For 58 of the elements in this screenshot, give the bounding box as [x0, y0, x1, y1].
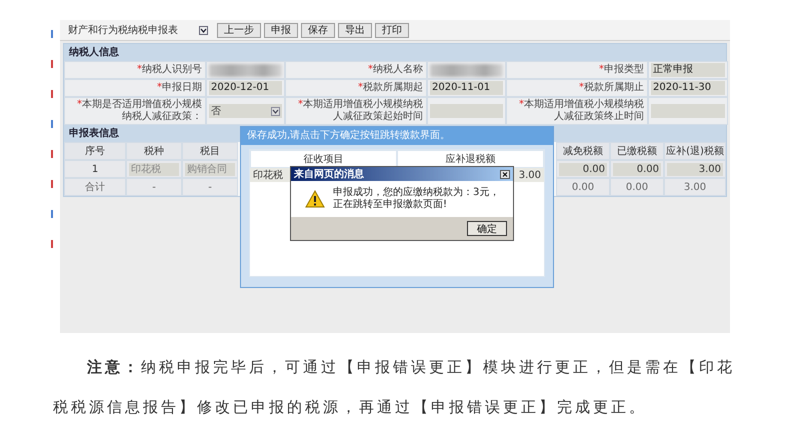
- message-text: 申报成功，您的应缴纳税款为：3元，正在跳转至申报缴款页面!: [333, 187, 500, 211]
- margin-mark: [51, 30, 53, 38]
- ok-button[interactable]: 确定: [467, 221, 507, 236]
- toolbar-button[interactable]: 保存: [301, 22, 335, 38]
- input-field[interactable]: 2020-12-01: [209, 81, 282, 95]
- input-field[interactable]: [651, 104, 725, 118]
- table-cell: 0.00: [559, 162, 607, 176]
- close-icon: [500, 170, 510, 178]
- column-header: 税种: [126, 142, 182, 160]
- field-label: *申报类型: [599, 64, 644, 76]
- margin-mark: [51, 150, 53, 158]
- note-paragraph: 注意：纳税申报完毕后，可通过【申报错误更正】模块进行更正，但是需在【印花税税源信息报告】修改已申报的税源，再通过【申报错误更正】完成更正。: [53, 357, 736, 418]
- toolbar-button[interactable]: 打印: [375, 22, 409, 38]
- select-field[interactable]: 否: [209, 104, 282, 118]
- column-header: 序号: [64, 142, 126, 160]
- column-header: 税目: [182, 142, 238, 160]
- toolbar-button[interactable]: 导出: [338, 22, 372, 38]
- field-label: *纳税人识别号: [137, 64, 202, 76]
- margin-mark: [51, 210, 53, 218]
- field-label: *税款所属期止: [579, 82, 644, 94]
- dropdown-arrow-icon: [271, 106, 280, 116]
- margin-mark: [51, 60, 53, 68]
- section-header: 纳税人信息: [64, 44, 726, 61]
- field-label: *本期是否适用增值税小规模纳税人减征政策：: [76, 99, 202, 123]
- column-header: 应补(退)税额: [664, 142, 726, 160]
- table-cell: -: [126, 178, 182, 196]
- field-label: *本期适用增值税小规模纳税人减征政策起始时间: [297, 99, 423, 123]
- field-label: *税款所属期起: [358, 82, 423, 94]
- margin-mark: [51, 240, 53, 248]
- input-field[interactable]: 2020-11-01: [430, 81, 503, 95]
- margin-mark: [51, 90, 53, 98]
- table-cell: 0.00: [610, 178, 664, 196]
- input-field[interactable]: [430, 104, 503, 118]
- table-cell: 0.00: [613, 162, 661, 176]
- margin-mark: [51, 120, 53, 128]
- table-cell: -: [182, 178, 238, 196]
- toolbar-button[interactable]: 上一步: [217, 22, 261, 38]
- table-cell: 0.00: [556, 178, 610, 196]
- table-cell: 3.00: [667, 162, 723, 176]
- warning-icon: [305, 190, 325, 208]
- dialog-title: 保存成功,请点击下方确定按钮跳转缴款界面。: [241, 127, 553, 145]
- table-cell-text: 1: [90, 164, 100, 174]
- table-cell: 3.00: [664, 178, 726, 196]
- margin-mark: [51, 180, 53, 188]
- field-label: *纳税人名称: [368, 64, 423, 76]
- form-select[interactable]: 财产和行为税纳税申报表: [66, 23, 210, 37]
- column-header: 减免税额: [556, 142, 610, 160]
- message-title: 来自网页的消息: [294, 168, 364, 180]
- table-cell: 合计: [64, 178, 126, 196]
- dropdown-arrow-icon: [199, 26, 208, 34]
- toolbar-button[interactable]: 申报: [264, 22, 298, 38]
- table-cell: 购销合同: [185, 162, 235, 176]
- column-header: 已缴税额: [610, 142, 664, 160]
- input-field[interactable]: 2020-11-30: [651, 81, 725, 95]
- input-field[interactable]: 正常申报: [651, 63, 725, 77]
- field-label: *申报日期: [157, 82, 202, 94]
- field-label: *本期适用增值税小规模纳税人减征政策终止时间: [518, 99, 644, 123]
- table-cell: 印花税: [129, 162, 179, 176]
